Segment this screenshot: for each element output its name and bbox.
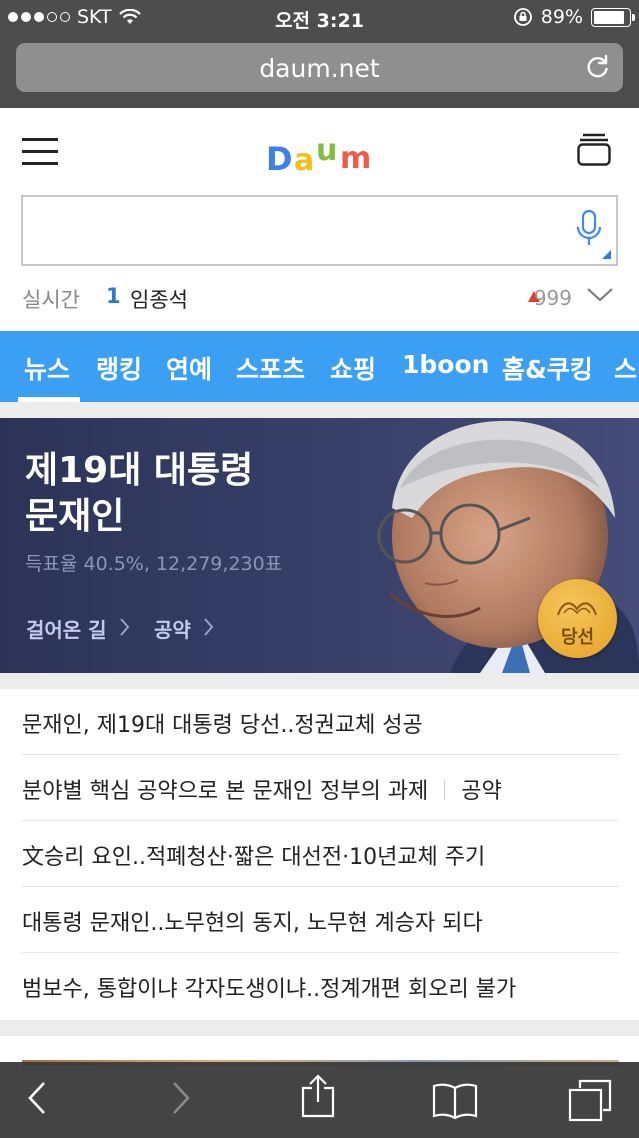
tab-ranking[interactable]: 랭킹 [96,350,142,386]
news-title[interactable]: 범보수, 통합이냐 각자도생이냐..정계개편 회오리 불가 [22,977,516,1002]
pledge-link[interactable]: 공약 [154,614,191,643]
category-nav: 뉴스 랭킹 연예 스포츠 쇼핑 1boon 홈&쿠킹 스 [0,331,639,402]
news-item[interactable]: 분야별 핵심 공약으로 본 문재인 정부의 과제 공약 [22,755,619,821]
news-title[interactable]: 분야별 핵심 공약으로 본 문재인 정부의 과제 [22,779,428,804]
battery-icon [591,7,635,27]
realtime-rank: 1 [106,284,121,308]
tab-1boon[interactable]: 1boon [402,350,489,379]
daum-logo[interactable]: D a u m [266,134,378,174]
site-header: D a u m [0,108,639,196]
banner-title-line1: 제19대 대통령 [25,450,254,491]
tabs-overview-icon[interactable] [568,1078,612,1122]
back-icon[interactable] [26,1080,48,1116]
divider [0,1020,639,1036]
screen: SKT 오전 3:21 89% daum.net D a u m 실시간 1 임… [0,0,639,1138]
chevron-right-icon [204,618,214,636]
news-list: 문재인, 제19대 대통령 당선..정권교체 성공 분야별 핵심 공약으로 본 … [0,689,639,1020]
realtime-label: 실시간 [22,288,80,312]
svg-text:D: D [266,140,293,174]
vote-stat: 득표율 40.5%, 12,279,230표 [25,553,283,575]
banner-title: 제19대 대통령 문재인 [25,448,253,540]
news-item[interactable]: 문재인, 제19대 대통령 당선..정권교체 성공 [22,689,619,755]
reload-icon[interactable] [585,54,611,80]
tab-sports[interactable]: 스포츠 [236,350,305,386]
forward-icon[interactable] [170,1080,192,1116]
election-banner[interactable]: 제19대 대통령 문재인 득표율 40.5%, 12,279,230표 걸어온 … [0,418,639,673]
separator [444,780,446,800]
realtime-term[interactable]: 임종석 [130,284,188,314]
news-title[interactable]: 문재인, 제19대 대통령 당선..정권교체 성공 [22,713,423,738]
news-title[interactable]: 대통령 문재인..노무현의 동지, 노무현 계승자 되다 [22,911,483,936]
svg-text:u: u [316,134,337,168]
tab-more[interactable]: 스 [614,350,637,386]
browser-toolbar [0,1062,639,1138]
history-link[interactable]: 걸어온 길 [26,614,107,643]
svg-text:a: a [294,143,314,174]
address-bar[interactable]: daum.net [16,43,623,92]
svg-text:m: m [340,141,371,174]
chevron-right-icon [120,618,130,636]
tab-news[interactable]: 뉴스 [24,350,70,386]
banner-title-line2: 문재인 [25,496,125,537]
share-icon[interactable] [300,1074,336,1118]
search-input[interactable] [33,207,553,255]
news-item[interactable]: 대통령 문재인..노무현의 동지, 노무현 계승자 되다 [22,887,619,953]
status-right: 89% [513,6,635,28]
microphone-icon[interactable] [576,209,602,249]
battery-percent: 89% [540,6,583,28]
menu-icon[interactable] [22,138,58,166]
status-bar: SKT 오전 3:21 89% [0,0,639,36]
elected-badge: 당선 [538,579,617,658]
phoenix-emblem-icon [557,602,597,616]
url-text: daum.net [259,54,380,83]
news-item[interactable]: 범보수, 통합이냐 각자도생이냐..정계개편 회오리 불가 [22,953,619,1019]
search-box [21,195,618,266]
realtime-count: 999 [533,286,572,310]
divider [0,402,639,418]
tabs-icon[interactable] [577,132,611,166]
chevron-down-icon[interactable] [586,286,614,304]
tab-shopping[interactable]: 쇼핑 [330,350,376,386]
bookmarks-icon[interactable] [432,1082,478,1120]
divider [0,673,639,689]
news-tag[interactable]: 공약 [461,779,501,804]
news-title[interactable]: 文승리 요인..적폐청산·짧은 대선전·10년교체 주기 [22,845,485,870]
orientation-lock-icon [513,8,532,26]
search-corner-marker [602,250,611,259]
realtime-keyword[interactable]: 실시간 1 임종석 999 [22,282,618,314]
tab-entertainment[interactable]: 연예 [166,350,212,386]
elected-badge-label: 당선 [560,627,595,648]
news-item[interactable]: 文승리 요인..적폐청산·짧은 대선전·10년교체 주기 [22,821,619,887]
tab-home-cooking[interactable]: 홈&쿠킹 [502,350,593,386]
browser-address-area: daum.net [0,36,639,108]
